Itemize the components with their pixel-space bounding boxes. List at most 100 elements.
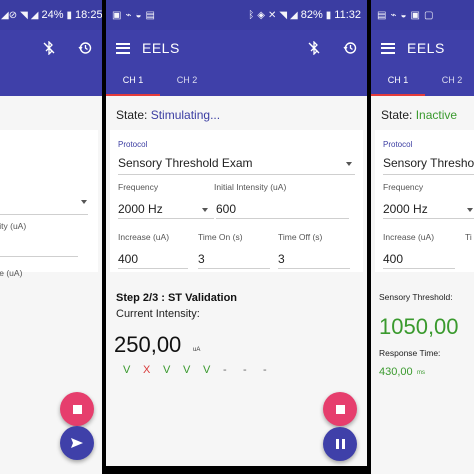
initial-intensity-underline bbox=[216, 218, 349, 219]
status-bar: ◢ ⊘ ◥ ◢ 24% ▮ 18:25 bbox=[0, 0, 102, 30]
do-not-disturb-icon: ⊘ bbox=[8, 9, 18, 21]
protocol-label: Protocol bbox=[118, 140, 148, 149]
protocol-underline bbox=[118, 174, 355, 175]
increase-input[interactable]: 400 bbox=[383, 252, 403, 266]
pause-icon bbox=[335, 439, 345, 449]
app-bar bbox=[0, 30, 102, 66]
center-phone-screen: ▣ ⌁ ◒ ▤ ᛒ ◈ ✕ ◥ ◢ 82% ▮ 11:32 EELS CH 1 … bbox=[106, 0, 367, 474]
current-intensity-label: Current Intensity: bbox=[116, 308, 200, 320]
gallery-icon: ▣ bbox=[410, 9, 420, 21]
response-time-unit: ms bbox=[417, 370, 425, 376]
current-intensity-value: 250,00 bbox=[114, 332, 182, 357]
menu-icon[interactable] bbox=[381, 42, 395, 54]
dropdown-caret-icon[interactable] bbox=[467, 208, 473, 212]
usb-icon: ⌁ bbox=[390, 9, 397, 21]
cell-signal-icon: ◢ bbox=[290, 9, 298, 21]
usb-icon: ⌁ bbox=[125, 9, 132, 21]
tab-ch1[interactable]: CH 1 bbox=[371, 66, 425, 96]
time-off-underline bbox=[278, 268, 350, 269]
protocol-underline bbox=[383, 174, 474, 175]
frequency-label: Frequency bbox=[383, 182, 424, 192]
status-bar: ▤ ⌁ ◒ ▣ ▢ bbox=[371, 0, 474, 30]
start-button[interactable] bbox=[60, 426, 94, 460]
frequency-label: Frequency bbox=[118, 182, 159, 192]
response-time-value: 430,00 bbox=[379, 366, 413, 378]
notification-icon: ▤ bbox=[145, 9, 155, 21]
protocol-underline bbox=[0, 214, 88, 215]
history-icon[interactable] bbox=[343, 41, 357, 55]
frequency-select[interactable]: 2000 Hz bbox=[118, 202, 163, 216]
tab-ch1[interactable]: CH 1 bbox=[106, 66, 160, 96]
current-intensity-unit: uA bbox=[193, 347, 201, 353]
step-title: Step 2/3 : ST Validation bbox=[116, 292, 238, 304]
state-row: State: Inactive bbox=[381, 108, 457, 122]
wifi-icon: ◥ bbox=[20, 9, 28, 21]
channel-content: State: Stimulating... Protocol Sensory T… bbox=[106, 96, 367, 474]
app-title: EELS bbox=[407, 40, 445, 56]
frequency-select[interactable]: 2000 Hz bbox=[383, 202, 428, 216]
response-mark: - bbox=[263, 364, 267, 376]
pause-button[interactable] bbox=[323, 427, 357, 461]
channel-tabs: CH 1 CH 2 bbox=[371, 66, 474, 96]
menu-icon[interactable] bbox=[116, 42, 130, 54]
clock: 11:32 bbox=[334, 9, 361, 21]
stop-button[interactable] bbox=[60, 392, 94, 426]
bluetooth-disabled-icon[interactable] bbox=[307, 41, 321, 55]
navigation-bar bbox=[106, 466, 367, 474]
sensory-threshold-value: 1050,00 bbox=[379, 314, 459, 339]
history-icon[interactable] bbox=[78, 41, 92, 55]
protocol-card: sity (uA) se (uA) bbox=[0, 130, 98, 278]
tab-ch2[interactable]: CH 2 bbox=[425, 66, 474, 96]
app-bar: EELS bbox=[371, 30, 474, 66]
response-mark: - bbox=[243, 364, 247, 376]
time-on-label: Time On (s) bbox=[198, 232, 243, 242]
gallery-icon: ▣ bbox=[112, 9, 122, 21]
time-on-input[interactable]: 3 bbox=[198, 252, 205, 266]
stop-button[interactable] bbox=[323, 392, 357, 426]
frequency-underline bbox=[383, 218, 474, 219]
state-value: Inactive bbox=[415, 108, 458, 122]
increase-label: Increase (uA) bbox=[118, 232, 170, 242]
signal-icon: ◢ bbox=[1, 9, 9, 21]
protocol-card: Protocol Sensory Threshol Frequency 2000… bbox=[375, 130, 474, 272]
battery-icon: ▮ bbox=[325, 9, 332, 21]
dropdown-caret-icon[interactable] bbox=[346, 162, 352, 166]
mute-icon: ✕ bbox=[267, 9, 277, 21]
send-icon bbox=[71, 438, 83, 448]
channel-content: State: Inactive Protocol Sensory Thresho… bbox=[371, 96, 474, 474]
increase-input[interactable]: 400 bbox=[118, 252, 138, 266]
battery-percentage: 82% bbox=[300, 9, 323, 21]
response-mark: V bbox=[163, 364, 171, 376]
sensory-threshold-label: Sensory Threshold: bbox=[379, 292, 453, 302]
bluetooth-icon: ᛒ bbox=[248, 9, 255, 21]
status-bar: ▣ ⌁ ◒ ▤ ᛒ ◈ ✕ ◥ ◢ 82% ▮ 11:32 bbox=[106, 0, 367, 30]
protocol-card: Protocol Sensory Threshold Exam Frequenc… bbox=[110, 130, 363, 272]
time-off-input[interactable]: 3 bbox=[278, 252, 285, 266]
tab-ch2[interactable]: CH 2 bbox=[160, 66, 214, 96]
protocol-select[interactable]: Sensory Threshold Exam bbox=[118, 156, 253, 170]
channel-tabs: CH 1 CH 2 bbox=[106, 66, 367, 96]
response-marks: V X V V V - - - bbox=[123, 364, 283, 376]
time-off-label: Time Off (s) bbox=[278, 232, 323, 242]
android-icon: ◒ bbox=[400, 9, 407, 21]
state-row: State: Stimulating... bbox=[116, 108, 220, 122]
right-phone-screen: ▤ ⌁ ◒ ▣ ▢ EELS CH 1 CH 2 State: Inactive… bbox=[371, 0, 474, 474]
time-on-label-partial: Ti bbox=[465, 232, 472, 242]
response-time-label: Response Time: bbox=[379, 348, 441, 358]
state-label: State: bbox=[381, 108, 413, 122]
bluetooth-disabled-icon[interactable] bbox=[42, 41, 56, 55]
protocol-label: Protocol bbox=[383, 140, 413, 149]
increase-label: Increase (uA) bbox=[383, 232, 435, 242]
chat-icon: ▢ bbox=[423, 9, 434, 21]
initial-intensity-input[interactable]: 600 bbox=[216, 202, 236, 216]
left-phone-screen: ◢ ⊘ ◥ ◢ 24% ▮ 18:25 sity (uA) bbox=[0, 0, 102, 474]
protocol-select[interactable]: Sensory Threshol bbox=[383, 156, 474, 170]
stop-icon bbox=[72, 404, 82, 414]
time-on-underline bbox=[198, 268, 270, 269]
dropdown-caret-icon[interactable] bbox=[81, 200, 87, 204]
android-icon: ◒ bbox=[135, 9, 142, 21]
channel-tabs bbox=[0, 66, 102, 96]
dropdown-caret-icon[interactable] bbox=[202, 208, 208, 212]
battery-icon: ▮ bbox=[66, 9, 73, 21]
frequency-underline bbox=[118, 218, 214, 219]
